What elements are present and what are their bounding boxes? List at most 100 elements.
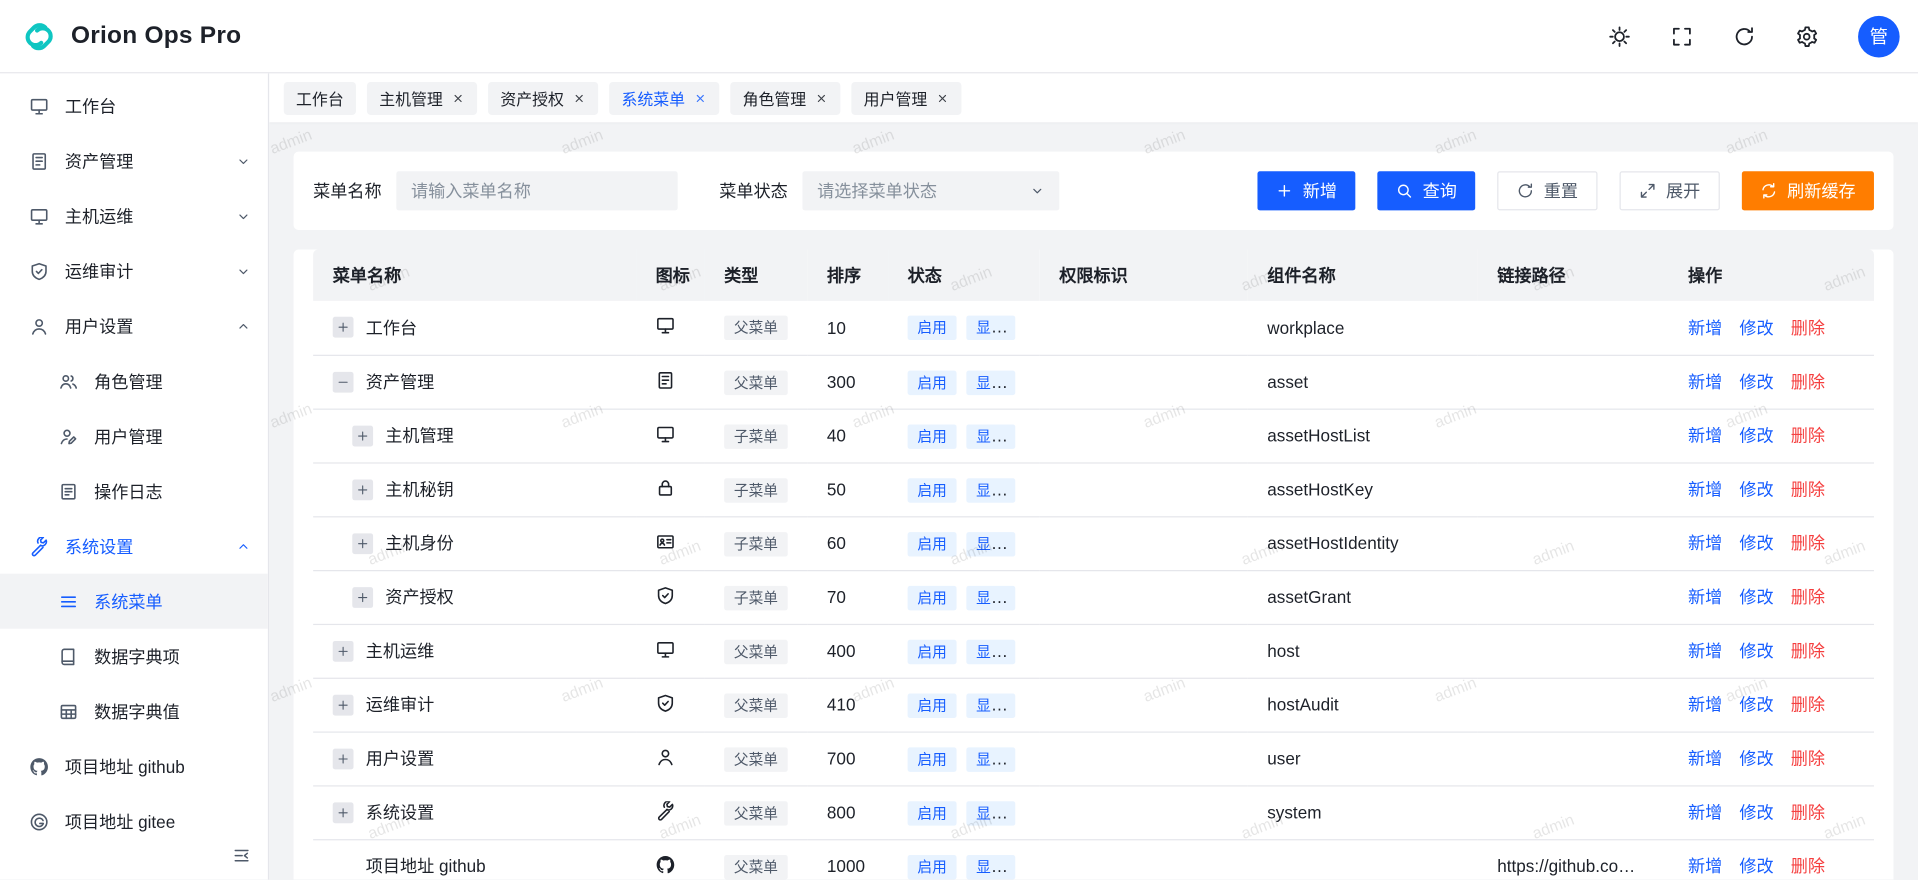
sidebar-item[interactable]: 项目地址 github bbox=[0, 739, 268, 794]
gear-button[interactable] bbox=[1796, 25, 1818, 47]
row-edit-link[interactable]: 修改 bbox=[1739, 695, 1773, 715]
tab-close-icon[interactable] bbox=[815, 91, 828, 104]
row-delete-link[interactable]: 删除 bbox=[1791, 479, 1825, 499]
menu-status-select[interactable]: 请选择菜单状态 bbox=[802, 171, 1059, 210]
tab-item[interactable]: 系统菜单 bbox=[609, 81, 719, 114]
theme-button[interactable] bbox=[1609, 25, 1631, 47]
refresh-cache-button[interactable]: 刷新缓存 bbox=[1742, 171, 1874, 210]
sidebar-item[interactable]: 主机运维 bbox=[0, 188, 268, 243]
tab-item[interactable]: 角色管理 bbox=[730, 81, 840, 114]
expand-row-button[interactable] bbox=[333, 802, 354, 823]
sidebar-item[interactable]: 角色管理 bbox=[0, 354, 268, 409]
row-add-link[interactable]: 新增 bbox=[1688, 533, 1722, 553]
row-edit-link[interactable]: 修改 bbox=[1739, 426, 1773, 446]
expand-row-button[interactable] bbox=[333, 640, 354, 661]
cell-order: 700 bbox=[807, 731, 888, 785]
row-edit-link[interactable]: 修改 bbox=[1739, 802, 1773, 822]
row-add-link[interactable]: 新增 bbox=[1688, 802, 1722, 822]
tab-item[interactable]: 工作台 bbox=[284, 81, 356, 114]
row-add-link[interactable]: 新增 bbox=[1688, 749, 1722, 769]
sidebar-item[interactable]: 数据字典值 bbox=[0, 684, 268, 739]
reset-button[interactable]: 重置 bbox=[1497, 171, 1597, 210]
row-edit-link[interactable]: 修改 bbox=[1739, 372, 1773, 392]
sidebar-item[interactable]: 系统设置 bbox=[0, 519, 268, 574]
sidebar-item[interactable]: 系统菜单 bbox=[0, 574, 268, 629]
expand-row-button[interactable] bbox=[333, 748, 354, 769]
tab-item[interactable]: 资产授权 bbox=[488, 81, 598, 114]
github-icon bbox=[29, 757, 49, 777]
cell-icon bbox=[636, 462, 705, 516]
row-delete-link[interactable]: 删除 bbox=[1791, 749, 1825, 769]
row-delete-link[interactable]: 删除 bbox=[1791, 372, 1825, 392]
sidebar-item[interactable]: 项目地址 gitee bbox=[0, 794, 268, 849]
collapse-row-button[interactable] bbox=[333, 371, 354, 392]
row-delete-link[interactable]: 删除 bbox=[1791, 587, 1825, 607]
status-tag: 启用 bbox=[908, 639, 957, 663]
row-edit-link[interactable]: 修改 bbox=[1739, 856, 1773, 876]
expand-button[interactable]: 展开 bbox=[1620, 171, 1720, 210]
row-delete-link[interactable]: 删除 bbox=[1791, 856, 1825, 876]
row-add-link[interactable]: 新增 bbox=[1688, 695, 1722, 715]
row-edit-link[interactable]: 修改 bbox=[1739, 749, 1773, 769]
row-add-link[interactable]: 新增 bbox=[1688, 318, 1722, 338]
sidebar-item[interactable]: 运维审计 bbox=[0, 243, 268, 298]
table-row: 工作台父菜单10启用显示workplace新增修改删除 bbox=[313, 301, 1874, 355]
menu-name-text: 资产管理 bbox=[366, 369, 434, 393]
menu-name-input[interactable] bbox=[396, 171, 677, 210]
sidebar-item[interactable]: 工作台 bbox=[0, 78, 268, 133]
expand-row-button[interactable] bbox=[333, 317, 354, 338]
menu-table-card: 菜单名称图标类型排序状态权限标识组件名称链接路径操作 工作台父菜单10启用显示w… bbox=[294, 250, 1894, 880]
row-add-link[interactable]: 新增 bbox=[1688, 856, 1722, 876]
row-delete-link[interactable]: 删除 bbox=[1791, 695, 1825, 715]
row-delete-link[interactable]: 删除 bbox=[1791, 641, 1825, 661]
row-add-link[interactable]: 新增 bbox=[1688, 426, 1722, 446]
sidebar-item[interactable]: 用户设置 bbox=[0, 298, 268, 353]
type-badge: 父菜单 bbox=[724, 639, 788, 663]
user-avatar[interactable]: 管 bbox=[1858, 15, 1900, 57]
tab-close-icon[interactable] bbox=[936, 91, 949, 104]
expand-row-button[interactable] bbox=[352, 533, 373, 554]
row-add-link[interactable]: 新增 bbox=[1688, 372, 1722, 392]
cell-type: 父菜单 bbox=[705, 678, 808, 732]
fullscreen-button[interactable] bbox=[1671, 25, 1693, 47]
row-add-link[interactable]: 新增 bbox=[1688, 587, 1722, 607]
tab-item[interactable]: 用户管理 bbox=[851, 81, 961, 114]
row-add-link[interactable]: 新增 bbox=[1688, 641, 1722, 661]
cell-link: https://github.com/... bbox=[1478, 839, 1669, 879]
type-badge: 父菜单 bbox=[724, 747, 788, 771]
sidebar-item[interactable]: 操作日志 bbox=[0, 464, 268, 519]
row-edit-link[interactable]: 修改 bbox=[1739, 641, 1773, 661]
sidebar-item[interactable]: 数据字典项 bbox=[0, 629, 268, 684]
expand-row-button[interactable] bbox=[352, 587, 373, 608]
row-add-link[interactable]: 新增 bbox=[1688, 479, 1722, 499]
sidebar-item[interactable]: 资产管理 bbox=[0, 133, 268, 188]
sidebar: 工作台资产管理主机运维运维审计用户设置角色管理用户管理操作日志系统设置系统菜单数… bbox=[0, 73, 269, 879]
refresh-button[interactable] bbox=[1733, 25, 1755, 47]
expand-row-button[interactable] bbox=[352, 425, 373, 446]
row-delete-link[interactable]: 删除 bbox=[1791, 533, 1825, 553]
expand-row-button[interactable] bbox=[352, 479, 373, 500]
column-header: 链接路径 bbox=[1478, 250, 1669, 301]
theme-icon bbox=[1609, 25, 1631, 47]
query-button[interactable]: 查询 bbox=[1377, 171, 1475, 210]
menu-name-text: 主机秘钥 bbox=[385, 477, 454, 501]
row-edit-link[interactable]: 修改 bbox=[1739, 533, 1773, 553]
row-delete-link[interactable]: 删除 bbox=[1791, 318, 1825, 338]
row-edit-link[interactable]: 修改 bbox=[1739, 318, 1773, 338]
add-button[interactable]: 新增 bbox=[1257, 171, 1355, 210]
sidebar-collapse-button[interactable] bbox=[230, 844, 253, 867]
tab-close-icon[interactable] bbox=[694, 91, 707, 104]
tab-item[interactable]: 主机管理 bbox=[367, 81, 477, 114]
cell-actions: 新增修改删除 bbox=[1668, 409, 1873, 463]
row-edit-link[interactable]: 修改 bbox=[1739, 587, 1773, 607]
refresh-icon bbox=[1517, 182, 1534, 199]
row-delete-link[interactable]: 删除 bbox=[1791, 802, 1825, 822]
row-edit-link[interactable]: 修改 bbox=[1739, 479, 1773, 499]
tab-close-icon[interactable] bbox=[573, 91, 586, 104]
cell-status: 启用显示 bbox=[888, 516, 1040, 570]
sidebar-item[interactable]: 用户管理 bbox=[0, 409, 268, 464]
shield-icon bbox=[656, 693, 676, 713]
tab-close-icon[interactable] bbox=[451, 91, 464, 104]
row-delete-link[interactable]: 删除 bbox=[1791, 426, 1825, 446]
expand-row-button[interactable] bbox=[333, 694, 354, 715]
